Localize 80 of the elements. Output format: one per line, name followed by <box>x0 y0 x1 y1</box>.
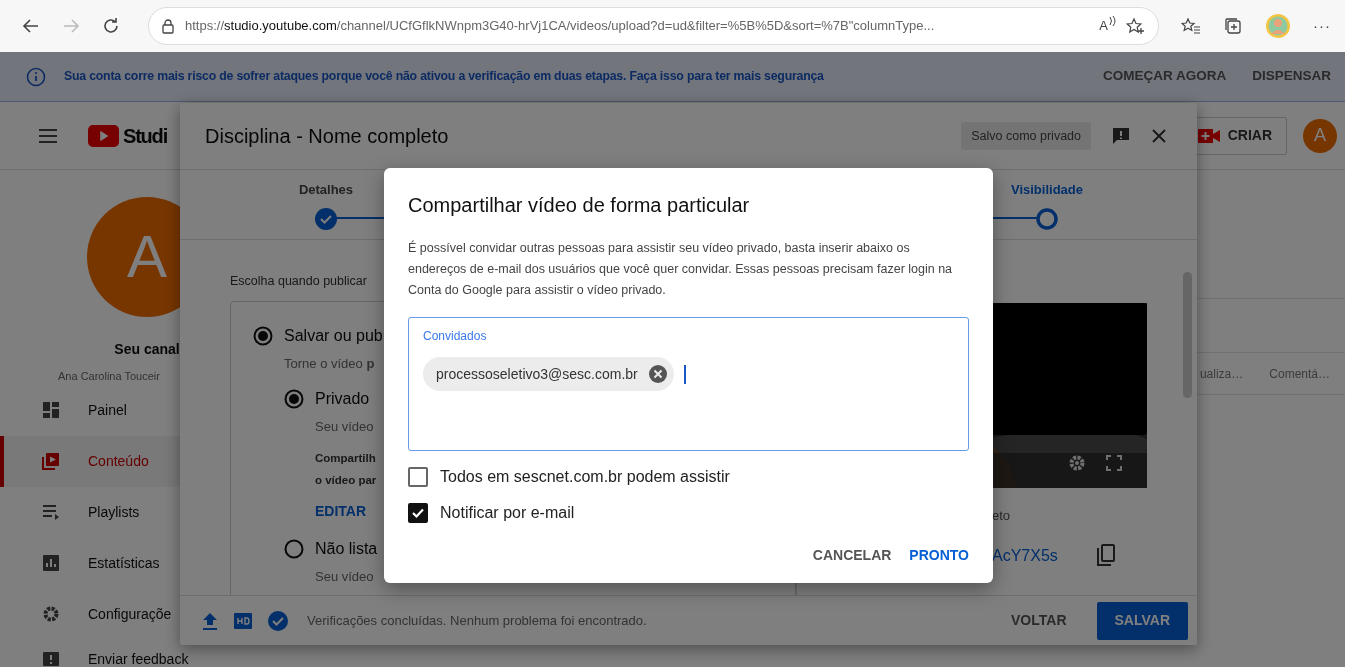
email-chip[interactable]: processoseletivo3@sesc.com.br <box>423 357 674 391</box>
feedback-icon[interactable] <box>1111 126 1131 146</box>
invitees-field[interactable]: Convidados processoseletivo3@sesc.com.br <box>408 317 969 451</box>
upload-icon <box>201 610 219 631</box>
fullscreen-icon[interactable] <box>1105 454 1123 472</box>
url-text: https://studio.youtube.com/channel/UCfGflkNWnpm3G40-hrVj1CA/videos/upload?d=ud&filter=%5B%5D&sort=%7B"columnType... <box>185 17 935 36</box>
video-library-icon <box>42 452 60 470</box>
banner-action-button[interactable]: COMEÇAR AGORA <box>1103 66 1227 87</box>
checkbox[interactable] <box>408 467 428 487</box>
logo-text: Studi <box>123 123 167 149</box>
back-button[interactable]: VOLTAR <box>995 610 1083 631</box>
field-label: Convidados <box>423 328 488 345</box>
visibility-subtitle: Escolha quando publicar <box>230 273 367 290</box>
stepper-step[interactable]: Detalhes <box>276 179 376 231</box>
checkbox-label: Todos em sescnet.com.br podem assistir <box>440 467 730 487</box>
sidebar-item[interactable]: Configuraçõe <box>0 588 294 640</box>
settings-icon <box>42 605 60 623</box>
done-button[interactable]: PRONTO <box>909 545 969 566</box>
remove-chip-icon[interactable] <box>647 364 668 384</box>
banner-action-button[interactable]: DISPENSAR <box>1252 66 1331 87</box>
save-button[interactable]: SALVAR <box>1096 601 1188 640</box>
option-description: Seu vídeo <box>315 567 375 586</box>
collections-icon[interactable] <box>1223 16 1243 36</box>
sidebar-item[interactable]: Enviar feedback <box>0 639 294 667</box>
radio-button[interactable] <box>253 325 273 346</box>
radio-button[interactable] <box>284 538 304 559</box>
column-header[interactable]: Comentá… <box>1269 364 1330 383</box>
refresh-icon[interactable] <box>102 17 120 35</box>
stepper-step[interactable]: Visibilidade <box>997 179 1097 231</box>
share-note-text: Compartilh <box>315 450 376 466</box>
option-label: Não lista <box>315 538 378 559</box>
video-link[interactable]: AcY7X5s <box>992 543 1058 568</box>
close-icon[interactable] <box>1151 128 1167 144</box>
account-avatar[interactable]: A <box>1303 118 1337 153</box>
check-circle-icon <box>267 609 289 632</box>
more-menu[interactable]: ··· <box>1313 14 1331 38</box>
read-aloud-button[interactable]: A <box>1099 16 1116 36</box>
sidebar-item[interactable]: Estatísticas <box>0 537 294 589</box>
sound-wave-icon <box>1108 16 1116 27</box>
bar-chart-icon <box>42 554 60 572</box>
share-note-text: o vídeo par <box>315 472 377 488</box>
channel-name: Ana Carolina Touceir <box>58 369 160 384</box>
chip-text: processoseletivo3@sesc.com.br <box>436 364 638 384</box>
info-icon <box>26 66 46 87</box>
channel-title: Seu canal <box>114 340 180 359</box>
text-cursor <box>683 364 686 384</box>
option-description: Seu vídeo <box>315 418 375 437</box>
favorites-icon[interactable] <box>1181 17 1201 35</box>
radio-button[interactable] <box>284 389 304 410</box>
dialog-title: Compartilhar vídeo de forma particular <box>408 193 751 218</box>
playlist-icon <box>42 503 60 521</box>
back-icon[interactable] <box>22 17 40 35</box>
checkbox[interactable] <box>408 503 428 523</box>
lock-icon <box>161 18 175 34</box>
dialog-title: Disciplina - Nome completo <box>205 124 450 149</box>
dashboard-icon <box>42 401 60 419</box>
settings-icon[interactable] <box>1067 453 1087 473</box>
sidebar-item[interactable]: Painel <box>0 384 294 436</box>
feedback-icon <box>42 650 60 667</box>
option-label: Privado <box>315 389 370 410</box>
option-description: Torne o vídeo p <box>284 354 376 373</box>
checks-status-text: Verificações concluídas. Nenhum problema foi encontrado. <box>307 611 648 630</box>
checkbox-label: Notificar por e-mail <box>440 503 575 523</box>
copy-icon[interactable] <box>1095 543 1116 568</box>
security-warning-text: Sua conta corre mais risco de sofrer ataques porque você não ativou a verificação em duas etapas. Faça isso para ter mais segurança <box>64 68 825 86</box>
option-label: Salvar ou pub <box>284 325 383 346</box>
edit-link[interactable]: EDITAR <box>315 500 367 522</box>
save-status-badge: Salvo como privado <box>961 121 1091 151</box>
video-title-text: eto <box>992 507 1012 525</box>
checkmark-icon <box>411 506 425 520</box>
address-bar[interactable]: https://studio.youtube.com/channel/UCfGflkNWnpm3G40-hrVj1CA/videos/upload?d=ud&filter=%5B%5D&sort=%7B"columnType... A <box>148 7 1159 45</box>
sidebar-item[interactable]: Playlists <box>0 486 294 538</box>
play-logo-icon <box>88 124 119 147</box>
column-header[interactable]: ualiza… <box>1199 364 1244 383</box>
dialog-description: É possível convidar outras pessoas para assistir seu vídeo privado, basta inserir abaixo os endereços de e-mail dos usuários que você quer convidar. Essas pessoas precisam fazer login na Conta do Google para assistir o vídeo privado. <box>408 239 954 299</box>
add-favorite-icon[interactable] <box>1126 17 1146 35</box>
cancel-button[interactable]: CANCELAR <box>812 545 892 566</box>
menu-icon[interactable] <box>38 127 58 144</box>
hd-icon <box>233 610 253 631</box>
scrollbar-thumb[interactable] <box>1183 272 1192 398</box>
